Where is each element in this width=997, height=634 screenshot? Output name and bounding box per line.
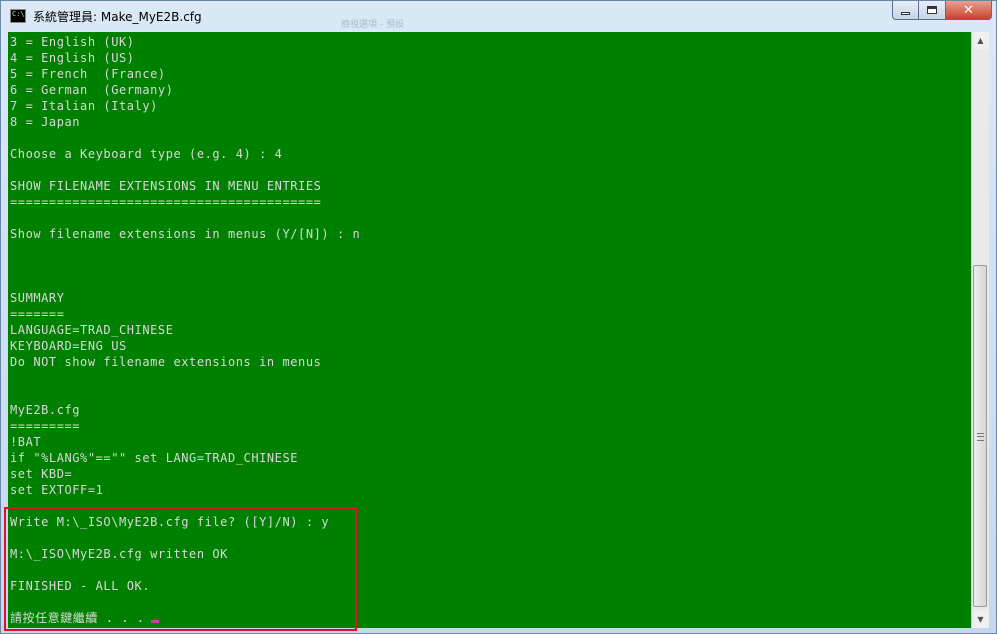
console-line: if "%LANG%"=="" set LANG=TRAD_CHINESE xyxy=(10,451,299,465)
scrollbar-grip-icon xyxy=(977,433,984,441)
cmd-console-icon[interactable]: C:\ xyxy=(10,9,26,23)
title-bar[interactable]: C:\ 系統管理員: Make_MyE2B.cfg 檢視選項 - 預設 ✕ xyxy=(1,1,996,31)
console-line: 請按任意鍵繼續 . . . xyxy=(10,610,360,626)
console-line: ========= xyxy=(10,419,81,433)
close-button[interactable]: ✕ xyxy=(946,1,992,20)
console-line: SHOW FILENAME EXTENSIONS IN MENU ENTRIES xyxy=(10,179,322,193)
maximize-icon xyxy=(927,6,937,14)
console-line: FINISHED - ALL OK. xyxy=(10,579,151,593)
console-line: MyE2B.cfg xyxy=(10,403,81,417)
console-line: M:\_ISO\MyE2B.cfg written OK xyxy=(10,547,228,561)
console-line: 3 = English (UK) xyxy=(10,35,135,49)
console-line: 7 = Italian (Italy) xyxy=(10,99,158,113)
scroll-up-arrow-icon[interactable]: ▲ xyxy=(972,32,989,49)
text-cursor xyxy=(150,620,159,623)
maximize-button[interactable] xyxy=(919,1,946,20)
console-line: !BAT xyxy=(10,435,42,449)
minimize-icon xyxy=(901,11,910,15)
background-ghost-text: 檢視選項 - 預設 xyxy=(341,20,404,30)
console-line: Write M:\_ISO\MyE2B.cfg file? ([Y]/N) : … xyxy=(10,515,330,529)
console-line: Show filename extensions in menus (Y/[N]… xyxy=(10,227,361,241)
console-line: 5 = French (France) xyxy=(10,67,166,81)
close-icon: ✕ xyxy=(963,2,974,18)
console-line: 6 = German (Germany) xyxy=(10,83,174,97)
console-line: 4 = English (US) xyxy=(10,51,135,65)
console-line: Choose a Keyboard type (e.g. 4) : 4 xyxy=(10,147,283,161)
window-controls: ✕ xyxy=(892,1,992,21)
scroll-down-arrow-icon[interactable]: ▼ xyxy=(972,611,989,628)
scrollbar-thumb[interactable] xyxy=(973,265,987,607)
window-title: 系統管理員: Make_MyE2B.cfg xyxy=(33,10,202,24)
console-line: 8 = Japan xyxy=(10,115,81,129)
vertical-scrollbar[interactable]: ▲ ▼ xyxy=(971,32,989,628)
console-line: ======================================== xyxy=(10,195,322,209)
console-line: LANGUAGE=TRAD_CHINESE xyxy=(10,323,174,337)
app-icon-text: C:\ xyxy=(12,10,25,18)
console-line: Do NOT show filename extensions in menus xyxy=(10,355,322,369)
console-line: KEYBOARD=ENG US xyxy=(10,339,127,353)
console-line: SUMMARY xyxy=(10,291,65,305)
console-window: C:\ 系統管理員: Make_MyE2B.cfg 檢視選項 - 預設 ✕ 3 … xyxy=(0,0,997,634)
minimize-button[interactable] xyxy=(892,1,919,20)
console-line: set EXTOFF=1 xyxy=(10,483,104,497)
console-output-area[interactable]: 3 = English (UK) 4 = English (US) 5 = Fren… xyxy=(8,32,971,628)
console-line: set KBD= xyxy=(10,467,73,481)
console-text: 3 = English (UK) 4 = English (US) 5 = Fren… xyxy=(10,34,360,626)
console-line: ======= xyxy=(10,307,65,321)
